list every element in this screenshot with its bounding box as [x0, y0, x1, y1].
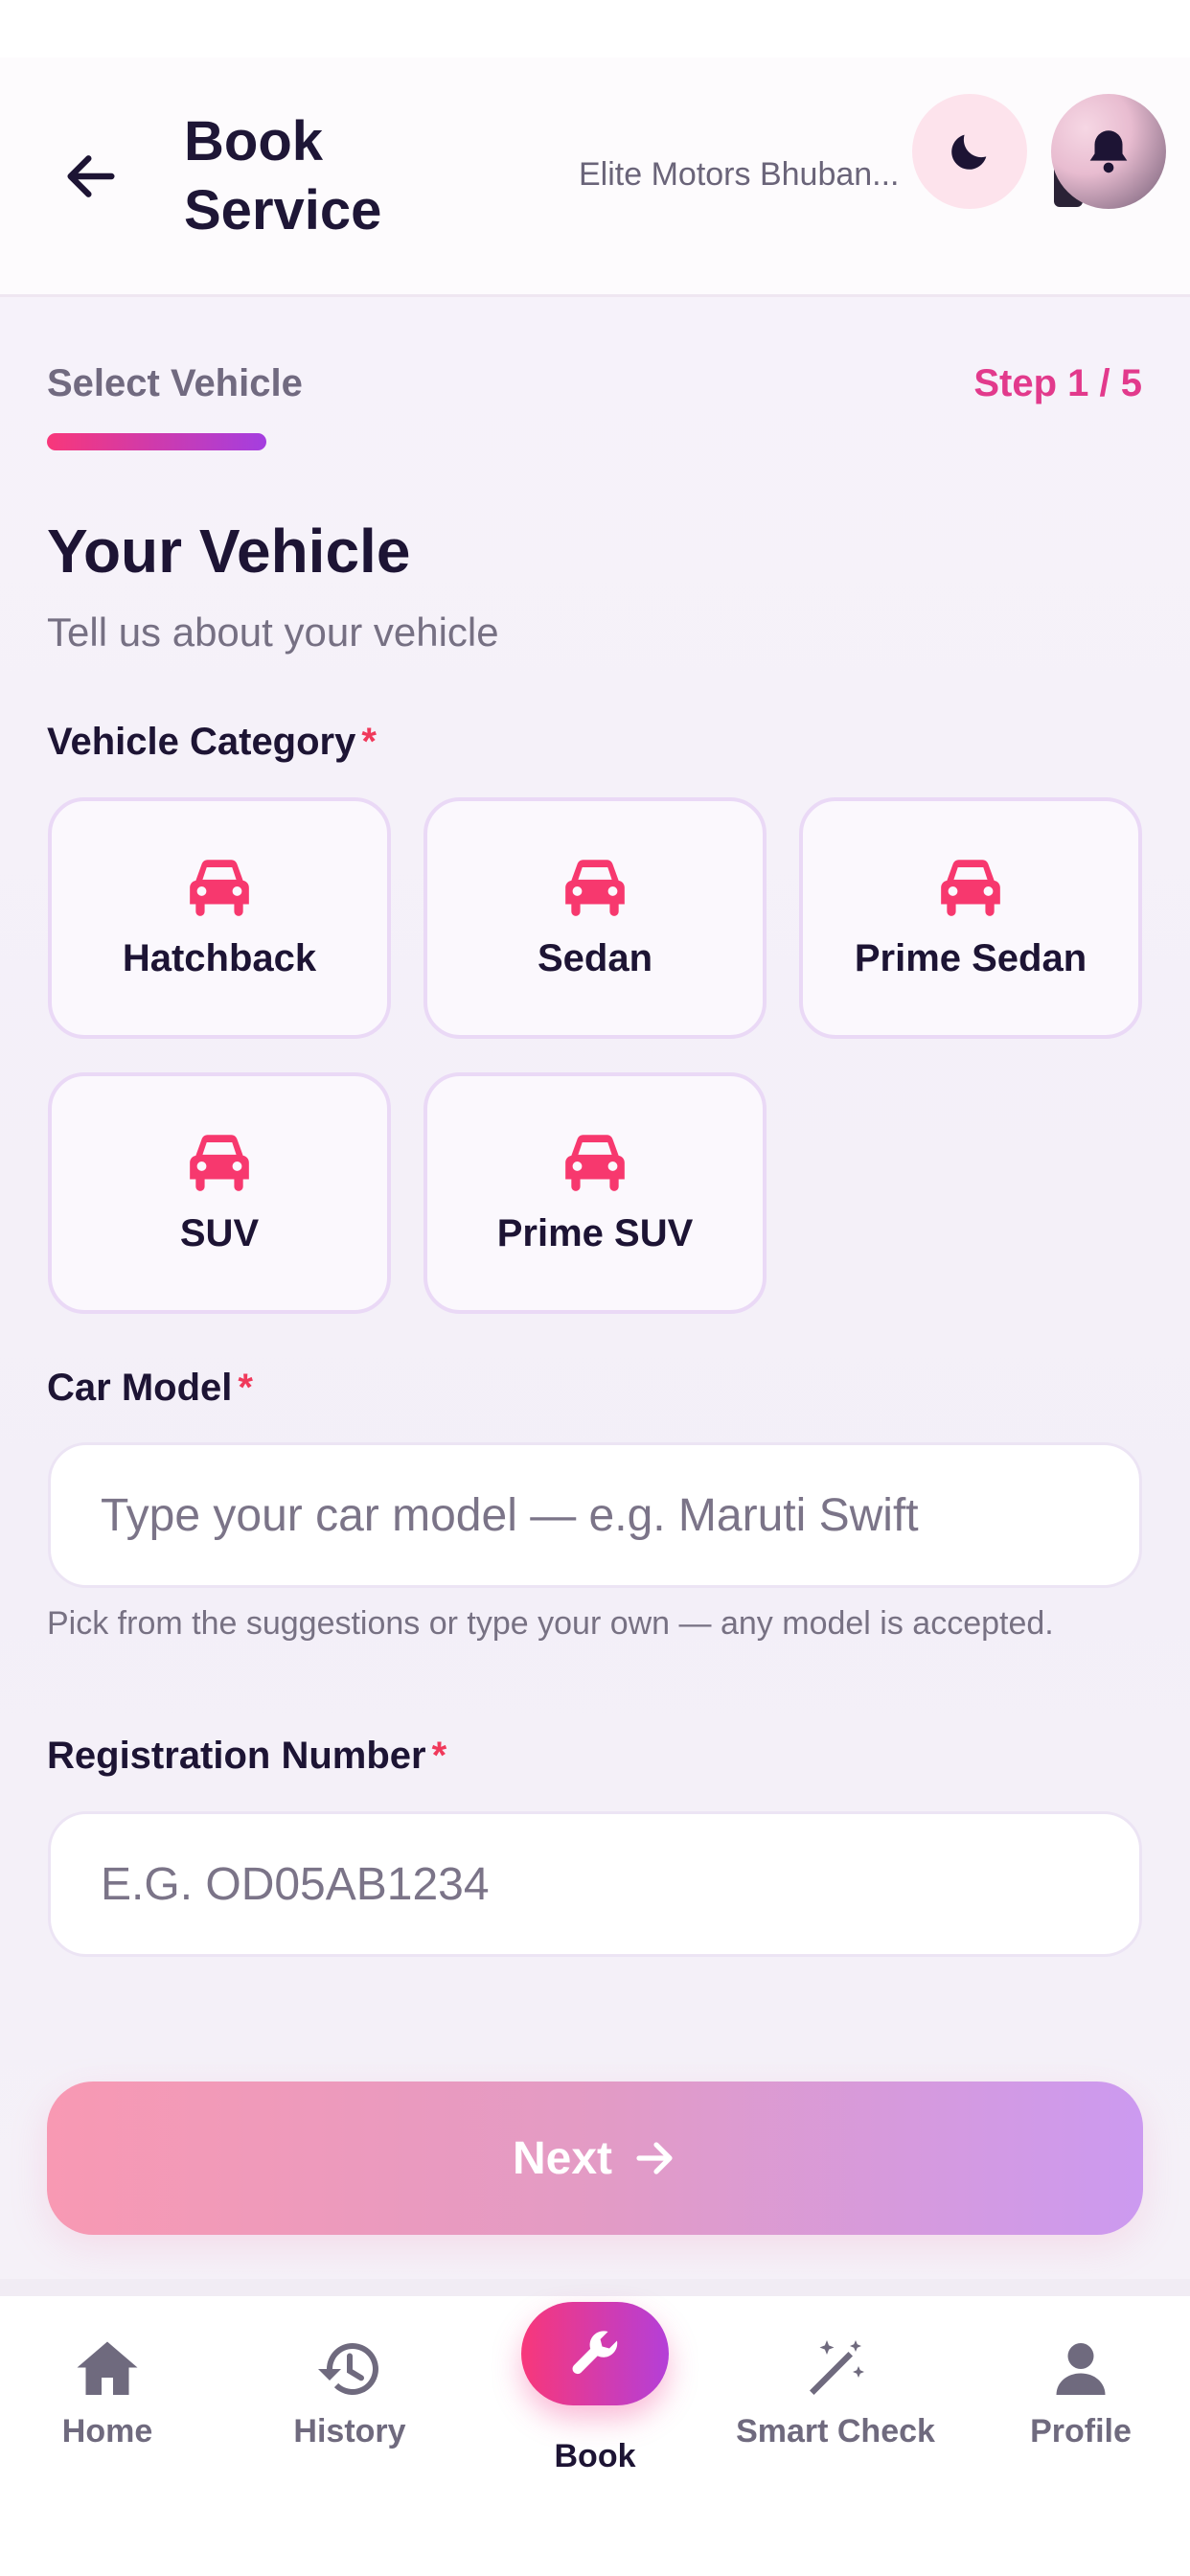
bell-icon [1089, 130, 1128, 173]
status-bar-area [0, 0, 1190, 58]
car-model-hint: Pick from the suggestions or type your o… [47, 1605, 1054, 1642]
vehicle-category-label-text: Vehicle Category [47, 721, 356, 763]
page-title: Book Service [184, 110, 382, 242]
category-sedan[interactable]: Sedan [423, 797, 767, 1039]
moon-icon [951, 134, 987, 170]
category-name: Hatchback [122, 936, 317, 979]
car-model-label-text: Car Model [47, 1367, 233, 1409]
nav-smart-check-label: Smart Check [736, 2413, 935, 2450]
home-icon [77, 2341, 138, 2395]
arrow-left-icon [67, 155, 115, 197]
registration-label-text: Registration Number [47, 1735, 426, 1777]
history-icon [318, 2343, 378, 2395]
nav-history-label: History [293, 2413, 406, 2450]
nav-book-label: Book [554, 2438, 636, 2474]
registration-input[interactable] [48, 1811, 1142, 1957]
step-label: Select Vehicle [47, 362, 303, 404]
car-icon [190, 1134, 249, 1191]
car-icon [941, 859, 1000, 916]
notifications-button[interactable] [1051, 94, 1166, 209]
nav-book-button[interactable] [521, 2302, 669, 2405]
section-title: Your Vehicle [47, 517, 411, 586]
category-prime-sedan[interactable]: Prime Sedan [799, 797, 1142, 1039]
app-header: Book Service Elite Motors Bhuban... [0, 58, 1190, 297]
category-prime-suv[interactable]: Prime SUV [423, 1072, 767, 1314]
magic-wand-icon [810, 2340, 864, 2395]
theme-toggle-button[interactable] [912, 94, 1027, 209]
car-model-label: Car Model * [47, 1367, 253, 1410]
back-button[interactable] [57, 136, 125, 217]
required-mark: * [361, 721, 377, 763]
category-name: Prime Sedan [854, 936, 1087, 979]
next-button-label: Next [512, 2132, 613, 2184]
nav-profile-label: Profile [1030, 2413, 1132, 2450]
car-icon [190, 859, 249, 916]
category-suv[interactable]: SUV [48, 1072, 391, 1314]
required-mark: * [431, 1735, 447, 1777]
car-icon [565, 859, 625, 916]
car-icon [565, 1134, 625, 1191]
registration-label: Registration Number * [47, 1735, 446, 1778]
vehicle-category-label: Vehicle Category * [47, 721, 377, 764]
category-name: SUV [179, 1211, 260, 1254]
nav-profile[interactable]: Profile [1010, 2334, 1152, 2450]
category-name: Sedan [537, 936, 653, 979]
car-model-input[interactable] [48, 1442, 1142, 1588]
step-count: Step 1 / 5 [973, 362, 1142, 404]
nav-smart-check[interactable]: Smart Check [721, 2334, 950, 2450]
nav-history[interactable]: History [278, 2334, 422, 2450]
required-mark: * [238, 1367, 253, 1409]
arrow-right-icon [636, 2142, 673, 2174]
step-progress-bar [47, 433, 266, 450]
section-subtitle: Tell us about your vehicle [47, 610, 499, 655]
user-icon [1056, 2343, 1106, 2395]
book-service-screen: Book Service Elite Motors Bhuban... Sele… [0, 0, 1190, 2576]
category-name: Prime SUV [496, 1211, 694, 1254]
nav-home-label: Home [61, 2413, 153, 2450]
next-button[interactable]: Next [47, 2082, 1143, 2235]
nav-home[interactable]: Home [38, 2334, 176, 2450]
garage-name[interactable]: Elite Motors Bhuban... [579, 156, 926, 198]
category-hatchback[interactable]: Hatchback [48, 797, 391, 1039]
wrench-icon [572, 2331, 618, 2375]
